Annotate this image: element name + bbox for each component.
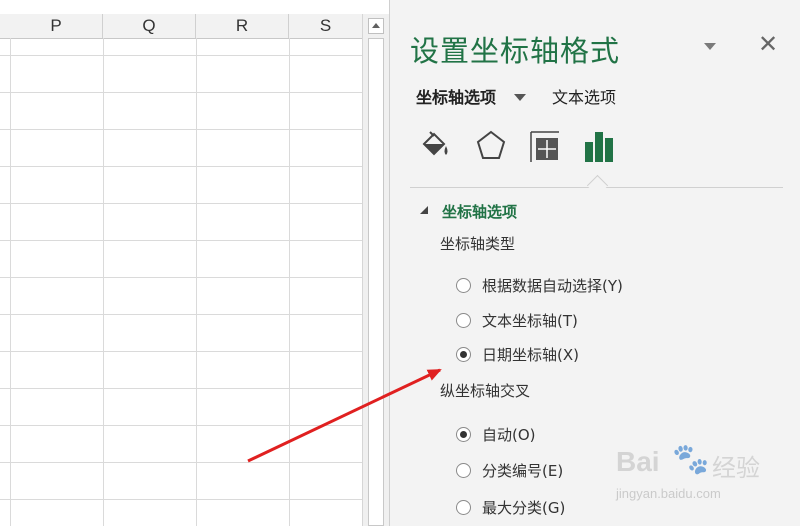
column-header-s[interactable]: S: [289, 14, 362, 38]
grid-row-line: [0, 166, 362, 167]
grid-row-line: [0, 425, 362, 426]
grid-row-line: [0, 388, 362, 389]
radio-button[interactable]: [456, 463, 471, 478]
column-header-q[interactable]: Q: [103, 14, 196, 38]
scroll-thumb[interactable]: [368, 38, 384, 526]
selected-tab-pointer: [586, 174, 609, 197]
radio-button[interactable]: [456, 500, 471, 515]
watermark-brand: Bai: [616, 446, 660, 477]
section-title: 坐标轴选项: [442, 203, 518, 221]
vertical-scrollbar[interactable]: [362, 14, 389, 526]
axis-options-bar-chart-icon[interactable]: [582, 128, 616, 164]
radio-label: 根据数据自动选择(Y): [482, 277, 623, 295]
radio-button[interactable]: [456, 313, 471, 328]
grid-row-line: [0, 499, 362, 500]
column-header-p[interactable]: P: [10, 14, 103, 38]
tab-axis-options[interactable]: 坐标轴选项: [416, 84, 496, 108]
grid-row-line: [0, 314, 362, 315]
grid-column-line: [196, 38, 197, 526]
grid-row-line: [0, 240, 362, 241]
watermark-url: jingyan.baidu.com: [616, 486, 721, 501]
effects-pentagon-icon[interactable]: [474, 128, 508, 164]
size-properties-icon[interactable]: [528, 128, 562, 164]
spreadsheet-grid[interactable]: P Q R S: [0, 0, 362, 526]
scroll-up-button[interactable]: [368, 18, 384, 34]
radio-button[interactable]: [456, 347, 471, 362]
grid-row-line: [0, 129, 362, 130]
grid-row-line: [0, 351, 362, 352]
radio-label: 最大分类(G): [482, 499, 566, 517]
vertical-axis-crosses-label: 纵坐标轴交叉: [440, 382, 531, 400]
radio-label: 文本坐标轴(T): [482, 312, 578, 330]
radio-label: 自动(O): [482, 426, 536, 444]
grid-row-line: [0, 462, 362, 463]
chevron-down-icon[interactable]: [514, 94, 526, 101]
section-axis-options[interactable]: 坐标轴选项: [420, 201, 517, 222]
category-icon-row: [418, 128, 638, 168]
grid-column-line: [10, 38, 11, 526]
column-header-r[interactable]: R: [196, 14, 289, 38]
radio-button[interactable]: [456, 278, 471, 293]
close-icon[interactable]: ✕: [758, 32, 778, 56]
column-headers: P Q R S: [0, 14, 362, 39]
grid-row-line: [0, 55, 362, 56]
watermark-jingyan: 经验: [712, 454, 760, 482]
grid-row-line: [0, 92, 362, 93]
grid-row-line: [0, 203, 362, 204]
tab-text-options[interactable]: 文本选项: [552, 84, 616, 108]
grid-column-line: [289, 38, 290, 526]
cell-grid[interactable]: [0, 38, 362, 526]
radio-label: 日期坐标轴(X): [482, 346, 579, 364]
pane-title: 设置坐标轴格式: [410, 34, 621, 68]
grid-row-line: [0, 277, 362, 278]
radio-button[interactable]: [456, 427, 471, 442]
grid-column-line: [103, 38, 104, 526]
radio-label: 分类编号(E): [482, 462, 564, 480]
fill-line-icon[interactable]: [418, 128, 452, 164]
paw-icon: 🐾: [672, 442, 710, 477]
pane-options-dropdown-icon[interactable]: [702, 40, 718, 52]
baidu-jingyan-watermark: Bai 🐾 经验 jingyan.baidu.com: [612, 440, 762, 512]
axis-type-label: 坐标轴类型: [440, 235, 516, 253]
